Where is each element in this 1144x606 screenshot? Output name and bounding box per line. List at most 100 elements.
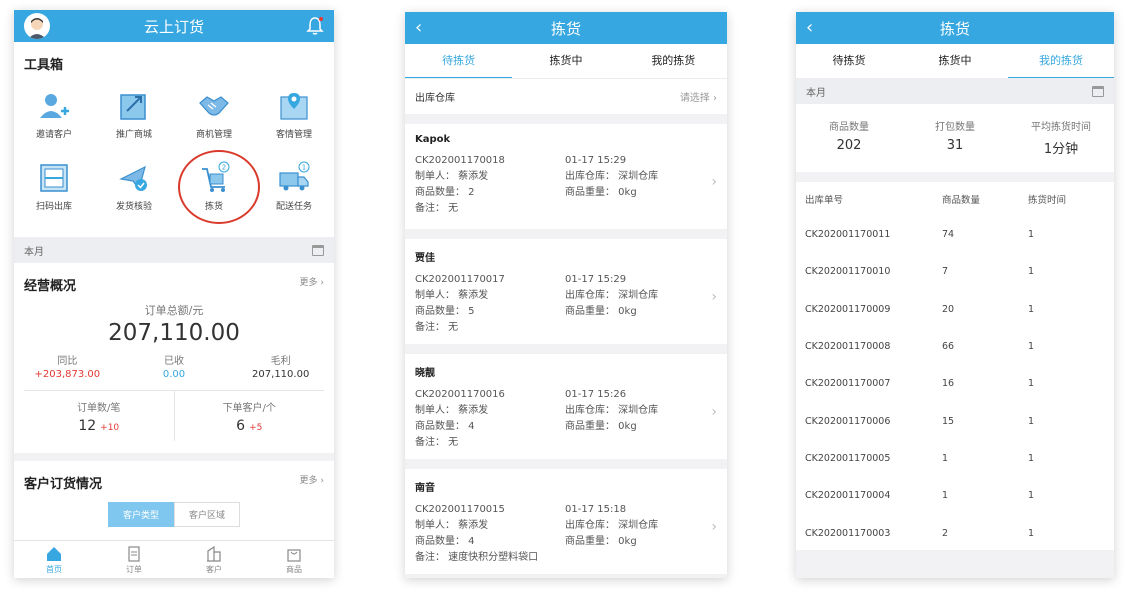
order-number: CK202001170016 — [415, 389, 505, 400]
tool-invite-customer[interactable]: 邀请客户 — [14, 83, 94, 155]
home-header: 云上订货 — [14, 10, 334, 42]
table-row[interactable]: CK202001170011 74 1 — [796, 216, 1114, 253]
app-title: 云上订货 — [143, 17, 204, 36]
order-card[interactable]: 晓靓 CK202001170016 01-17 15:26 制单人： 蔡添发 出库仓… — [405, 354, 727, 459]
overview-more-link[interactable]: 更多 › — [300, 275, 324, 294]
warehouse-label: 出库仓库 — [415, 93, 455, 104]
order-number: CK202001170017 — [415, 274, 505, 285]
my-picking-tabs: 待拣货 拣货中 我的拣货 — [796, 44, 1114, 78]
handshake-icon — [199, 96, 229, 116]
customer-orders-more-link[interactable]: 更多 › — [300, 473, 324, 492]
back-icon[interactable]: ‹ — [415, 17, 422, 38]
tool-delivery-task[interactable]: 1 配送任务 — [254, 155, 334, 227]
nav-customers[interactable]: 客户 — [174, 541, 254, 578]
tool-scan-outbound[interactable]: 扫码出库 — [14, 155, 94, 227]
nav-products[interactable]: 商品 — [254, 541, 334, 578]
order-number: CK202001170018 — [415, 155, 505, 166]
picking-title: 拣货 — [550, 19, 581, 38]
highlight-circle — [178, 150, 260, 224]
order-qty: 商品数量： 2 — [415, 187, 475, 198]
order-qty: 商品数量： 5 — [415, 306, 475, 317]
picking-tabs: 待拣货 拣货中 我的拣货 — [405, 44, 727, 78]
order-card[interactable]: 贾佳 CK202001170017 01-17 15:29 制单人： 蔡添发 出库仓… — [405, 239, 727, 344]
bell-icon[interactable] — [306, 16, 324, 36]
table-row[interactable]: CK202001170007 16 1 — [796, 365, 1114, 402]
bag-icon — [287, 549, 301, 562]
warehouse-selector[interactable]: 出库仓库 请选择 › — [405, 78, 727, 114]
total-value: 207,110.00 — [108, 320, 240, 346]
table-row[interactable]: CK202001170008 66 1 — [796, 328, 1114, 365]
order-count: 订单数/笔 12 +10 — [77, 403, 121, 434]
order-note: 备注： 速度快积分塑料袋口 — [415, 552, 539, 563]
order-maker: 制单人： 蔡添发 — [415, 520, 489, 531]
order-icon — [128, 546, 140, 562]
invite-customer-icon — [40, 94, 69, 118]
order-warehouse: 出库仓库： 深圳仓库 — [565, 520, 659, 531]
my-picking-header: ‹ 拣货 — [796, 12, 1114, 44]
table-row[interactable]: CK202001170004 1 1 — [796, 477, 1114, 514]
tool-label: 客情管理 — [275, 130, 312, 140]
avatar[interactable] — [24, 13, 50, 39]
table-row[interactable]: CK202001170005 1 1 — [796, 440, 1114, 477]
order-card[interactable]: Kapok CK202001170018 01-17 15:29 制单人： 蔡添发… — [405, 124, 727, 229]
chevron-right-icon: › — [711, 174, 717, 190]
order-maker: 制单人： 蔡添发 — [415, 405, 489, 416]
tool-label: 发货核验 — [115, 202, 152, 212]
back-icon[interactable]: ‹ — [806, 17, 813, 38]
calendar-icon[interactable] — [312, 244, 324, 256]
order-warehouse: 出库仓库： 深圳仓库 — [565, 171, 659, 182]
toolbox-grid: 邀请客户 推广商城 商机管理 客情管理 扫码出库 发货核验 2 拣货 1 配送任… — [14, 79, 334, 237]
table-header: 出库单号 商品数量 拣货时间 — [805, 195, 1067, 206]
metric-received: 已收 0.00 — [162, 356, 186, 380]
overview-title: 经营概况 — [24, 279, 77, 294]
home-screen: 云上订货 工具箱 邀请客户 推广商城 商机管理 客情管理 扫码出库 发货核验 2… — [14, 10, 334, 578]
order-weight: 商品重量： 0kg — [565, 306, 637, 317]
my-picking-screen: ‹ 拣货 待拣货 拣货中 我的拣货 本月 商品数量 202 打包数量 31 平均拣货… — [796, 12, 1114, 578]
order-time: 01-17 15:29 — [565, 274, 627, 285]
metric-gross-profit: 毛利 207,110.00 — [252, 356, 310, 380]
order-weight: 商品重量： 0kg — [565, 536, 637, 547]
order-number: CK202001170015 — [415, 504, 505, 515]
period-bar[interactable]: 本月 — [796, 78, 1114, 104]
tool-label: 扫码出库 — [35, 202, 72, 212]
segment-customer-region[interactable]: 客户区域 — [174, 502, 241, 527]
toolbox-title: 工具箱 — [24, 58, 64, 73]
calendar-icon[interactable] — [1092, 85, 1104, 97]
chevron-right-icon: › — [711, 289, 717, 305]
order-qty: 商品数量： 4 — [415, 536, 475, 547]
period-bar[interactable]: 本月 — [14, 237, 334, 263]
tool-delivery-verify[interactable]: 发货核验 — [94, 155, 174, 227]
order-note: 备注： 无 — [415, 322, 459, 333]
tool-customer-relation[interactable]: 客情管理 — [254, 83, 334, 155]
nav-home[interactable]: 首页 — [14, 541, 94, 578]
tab-pending[interactable]: 待拣货 — [796, 44, 902, 78]
order-note: 备注： 无 — [415, 203, 459, 214]
tool-opportunity[interactable]: 商机管理 — [174, 83, 254, 155]
warehouse-placeholder: 请选择 › — [679, 93, 717, 104]
tab-pending[interactable]: 待拣货 — [405, 44, 513, 78]
order-weight: 商品重量： 0kg — [565, 421, 637, 432]
stat-pack-count: 打包数量 31 — [935, 122, 975, 153]
table-row[interactable]: CK202001170010 7 1 — [796, 253, 1114, 290]
order-maker: 制单人： 蔡添发 — [415, 171, 489, 182]
tab-mine[interactable]: 我的拣货 — [1008, 44, 1114, 78]
tab-in-progress[interactable]: 拣货中 — [902, 44, 1008, 78]
tab-mine[interactable]: 我的拣货 — [620, 44, 727, 78]
nav-orders[interactable]: 订单 — [94, 541, 174, 578]
chevron-right-icon: › — [711, 519, 717, 535]
table-row[interactable]: CK202001170003 2 1 — [796, 514, 1114, 551]
order-qty: 商品数量： 4 — [415, 421, 475, 432]
tool-label: 邀请客户 — [35, 130, 72, 140]
order-weight: 商品重量： 0kg — [565, 187, 637, 198]
truck-icon: 1 — [279, 161, 310, 191]
order-card[interactable]: 南音 CK202001170015 01-17 15:18 制单人： 蔡添发 出库仓… — [405, 469, 727, 574]
table-row[interactable]: CK202001170009 20 1 — [796, 291, 1114, 328]
table-row[interactable]: CK202001170006 15 1 — [796, 402, 1114, 439]
order-customer: Kapok — [415, 134, 451, 145]
metrics-row: 同比 +203,873.00 已收 0.00 毛利 207,110.00 — [14, 352, 334, 380]
picking-header: ‹ 拣货 — [405, 12, 727, 44]
tab-in-progress[interactable]: 拣货中 — [512, 44, 619, 78]
tool-promote-mall[interactable]: 推广商城 — [94, 83, 174, 155]
segment-customer-type[interactable]: 客户类型 — [107, 502, 174, 527]
period-label: 本月 — [24, 246, 44, 258]
